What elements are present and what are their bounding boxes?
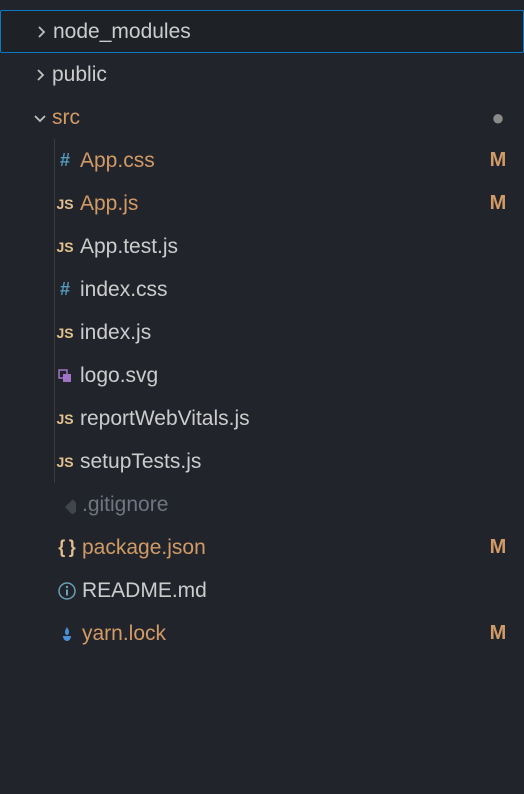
file-gitignore[interactable]: .gitignore [0, 483, 524, 526]
js-icon: JS [50, 325, 80, 341]
folder-node-modules[interactable]: node_modules [0, 10, 524, 53]
file-app-js[interactable]: JS App.js M [0, 182, 524, 225]
git-status-modified: M [486, 149, 510, 172]
git-status-modified: M [486, 192, 510, 215]
js-icon: JS [50, 196, 80, 212]
file-label: App.js [80, 192, 486, 216]
file-yarn-lock[interactable]: yarn.lock M [0, 612, 524, 655]
folder-label: public [52, 63, 510, 87]
file-label: package.json [82, 536, 486, 560]
folder-public[interactable]: public [0, 53, 524, 96]
file-report-web-vitals-js[interactable]: JS reportWebVitals.js [0, 397, 524, 440]
file-app-css[interactable]: # App.css M [0, 139, 524, 182]
file-setup-tests-js[interactable]: JS setupTests.js [0, 440, 524, 483]
js-icon: JS [50, 239, 80, 255]
json-icon: { } [52, 537, 82, 558]
file-label: README.md [82, 579, 510, 603]
folder-label: node_modules [53, 20, 509, 44]
js-icon: JS [50, 411, 80, 427]
file-readme-md[interactable]: README.md [0, 569, 524, 612]
js-icon: JS [50, 454, 80, 470]
file-label: reportWebVitals.js [80, 407, 510, 431]
file-label: setupTests.js [80, 450, 510, 474]
folder-label: src [52, 106, 486, 130]
chevron-right-icon [28, 67, 52, 83]
info-icon [52, 581, 82, 601]
file-label: .gitignore [82, 493, 510, 517]
file-label: App.test.js [80, 235, 510, 259]
svg-icon [50, 367, 80, 385]
git-status-modified: M [486, 536, 510, 559]
css-icon: # [50, 279, 80, 300]
file-label: App.css [80, 149, 486, 173]
git-status-modified: M [486, 622, 510, 645]
file-logo-svg[interactable]: logo.svg [0, 354, 524, 397]
chevron-right-icon [29, 24, 53, 40]
file-label: index.css [80, 278, 510, 302]
file-index-css[interactable]: # index.css [0, 268, 524, 311]
folder-src[interactable]: src ● [0, 96, 524, 139]
modified-dot-icon: ● [486, 113, 510, 123]
file-index-js[interactable]: JS index.js [0, 311, 524, 354]
file-label: index.js [80, 321, 510, 345]
file-label: yarn.lock [82, 622, 486, 646]
yarn-icon [52, 625, 82, 643]
file-package-json[interactable]: { } package.json M [0, 526, 524, 569]
file-explorer: node_modules public src ● # App.css M JS… [0, 0, 524, 655]
chevron-down-icon [28, 110, 52, 126]
git-icon [52, 496, 82, 514]
file-app-test-js[interactable]: JS App.test.js [0, 225, 524, 268]
css-icon: # [50, 150, 80, 171]
file-label: logo.svg [80, 364, 510, 388]
